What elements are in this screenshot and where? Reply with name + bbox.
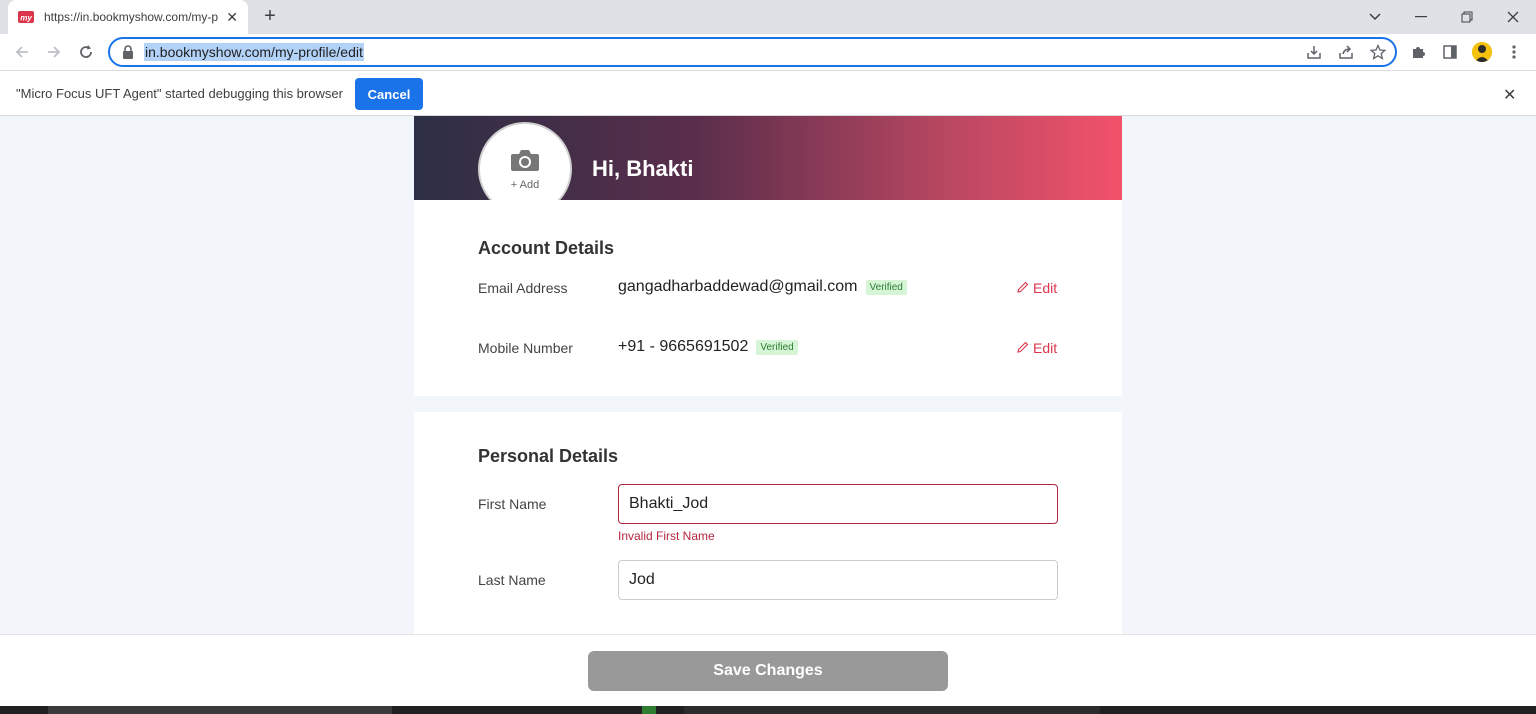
pencil-icon xyxy=(1017,340,1029,356)
restore-icon[interactable] xyxy=(1444,0,1490,34)
save-changes-button[interactable]: Save Changes xyxy=(588,651,948,691)
minimize-icon[interactable] xyxy=(1398,0,1444,34)
infobar-message: "Micro Focus UFT Agent" started debuggin… xyxy=(16,86,343,101)
forward-icon[interactable] xyxy=(44,42,64,62)
edit-email-link[interactable]: Edit xyxy=(1017,280,1057,296)
email-verified-badge: Verified xyxy=(865,279,907,295)
browser-tabstrip: my https://in.bookmyshow.com/my-profile/… xyxy=(0,0,1536,34)
os-taskbar xyxy=(0,706,1536,714)
mobile-value-row: +91 - 9665691502 Verified xyxy=(618,338,798,356)
edit-mobile-link[interactable]: Edit xyxy=(1017,340,1057,356)
bookmyshow-favicon-icon: my xyxy=(18,9,34,25)
svg-text:my: my xyxy=(20,14,32,23)
back-icon[interactable] xyxy=(12,42,32,62)
chrome-menu-icon[interactable] xyxy=(1504,42,1524,62)
reload-icon[interactable] xyxy=(76,42,96,62)
share-icon[interactable] xyxy=(1337,43,1355,61)
bookmark-star-icon[interactable] xyxy=(1369,43,1387,61)
tab-close-icon[interactable]: ✕ xyxy=(226,9,238,26)
first-name-label: First Name xyxy=(478,496,547,512)
extensions-puzzle-icon[interactable] xyxy=(1408,42,1428,62)
first-name-error: Invalid First Name xyxy=(618,529,715,543)
lock-icon[interactable] xyxy=(122,45,136,59)
account-details-title: Account Details xyxy=(478,238,615,258)
account-details-card: Account Details Email Address gangadharb… xyxy=(414,200,1122,396)
tab-search-icon[interactable] xyxy=(1352,0,1398,34)
mobile-label: Mobile Number xyxy=(478,340,573,356)
mobile-verified-badge: Verified xyxy=(756,339,798,355)
cancel-debugging-button[interactable]: Cancel xyxy=(355,78,423,110)
url-text[interactable]: in.bookmyshow.com/my-profile/edit xyxy=(144,43,364,61)
tab-title: https://in.bookmyshow.com/my-profile/edi… xyxy=(44,10,218,24)
sticky-footer: Save Changes xyxy=(0,634,1536,706)
address-bar[interactable]: in.bookmyshow.com/my-profile/edit xyxy=(108,37,1397,67)
taskbar-item[interactable] xyxy=(684,706,1100,714)
infobar-close-icon[interactable]: ✕ xyxy=(1503,85,1516,105)
last-name-input[interactable] xyxy=(618,560,1058,600)
personal-details-title: Personal Details xyxy=(478,446,619,466)
email-label: Email Address xyxy=(478,280,568,296)
pencil-icon xyxy=(1017,280,1029,296)
new-tab-button[interactable]: + xyxy=(260,6,280,26)
taskbar-item[interactable] xyxy=(48,706,392,714)
email-value-row: gangadharbaddewad@gmail.com Verified xyxy=(618,278,907,296)
install-app-icon[interactable] xyxy=(1305,43,1323,61)
taskbar-item[interactable] xyxy=(642,706,656,714)
browser-toolbar: in.bookmyshow.com/my-profile/edit xyxy=(0,34,1536,70)
side-panel-icon[interactable] xyxy=(1440,42,1460,62)
browser-tab[interactable]: my https://in.bookmyshow.com/my-profile/… xyxy=(8,0,248,34)
add-photo-label: + Add xyxy=(510,178,540,191)
edit-email-label: Edit xyxy=(1033,280,1058,296)
personal-details-card: Personal Details First Name Invalid Firs… xyxy=(414,412,1122,634)
close-window-icon[interactable] xyxy=(1490,0,1536,34)
first-name-input[interactable] xyxy=(618,484,1058,524)
profile-avatar-icon[interactable] xyxy=(1472,42,1492,62)
mobile-value: +91 - 9665691502 xyxy=(618,338,749,355)
email-value: gangadharbaddewad@gmail.com xyxy=(618,278,858,295)
greeting-text: Hi, Bhakti xyxy=(592,156,694,181)
edit-mobile-label: Edit xyxy=(1033,340,1058,356)
last-name-label: Last Name xyxy=(478,572,546,588)
camera-icon xyxy=(510,148,540,177)
debugging-infobar: "Micro Focus UFT Agent" started debuggin… xyxy=(0,70,1536,116)
